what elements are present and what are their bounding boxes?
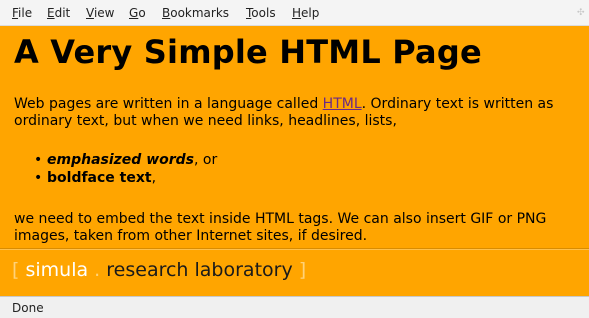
simula-logo: [ simula . research laboratory ] (12, 259, 307, 281)
format-list: • emphasized words, or • boldface text, (34, 151, 217, 187)
status-bar: Done (0, 296, 589, 318)
menu-view[interactable]: View (86, 6, 114, 20)
bullet-icon: • (34, 170, 43, 186)
list-item: • boldface text, (34, 170, 157, 186)
throbber-icon: ✣ (577, 8, 585, 18)
status-text: Done (12, 301, 44, 315)
page-heading: A Very Simple HTML Page (14, 33, 482, 71)
html-link[interactable]: HTML (323, 96, 362, 112)
menu-tools[interactable]: Tools (246, 6, 276, 20)
closing-paragraph: we need to embed the text inside HTML ta… (14, 211, 547, 244)
page-content: A Very Simple HTML Page Web pages are wr… (0, 26, 589, 296)
menu-go[interactable]: Go (129, 6, 146, 20)
menu-bar: File Edit View Go Bookmarks Tools Help ✣ (0, 0, 589, 26)
intro-paragraph: Web pages are written in a language call… (14, 96, 554, 129)
menu-help[interactable]: Help (292, 6, 319, 20)
menu-file-rest: ile (18, 6, 33, 20)
horizontal-rule (0, 248, 589, 250)
bullet-icon: • (34, 152, 43, 168)
browser-window: File Edit View Go Bookmarks Tools Help ✣… (0, 0, 589, 318)
menu-bookmarks[interactable]: Bookmarks (162, 6, 229, 20)
menu-edit[interactable]: Edit (47, 6, 70, 20)
list-item: • emphasized words, or (34, 152, 218, 168)
menu-file[interactable]: File (12, 6, 32, 20)
